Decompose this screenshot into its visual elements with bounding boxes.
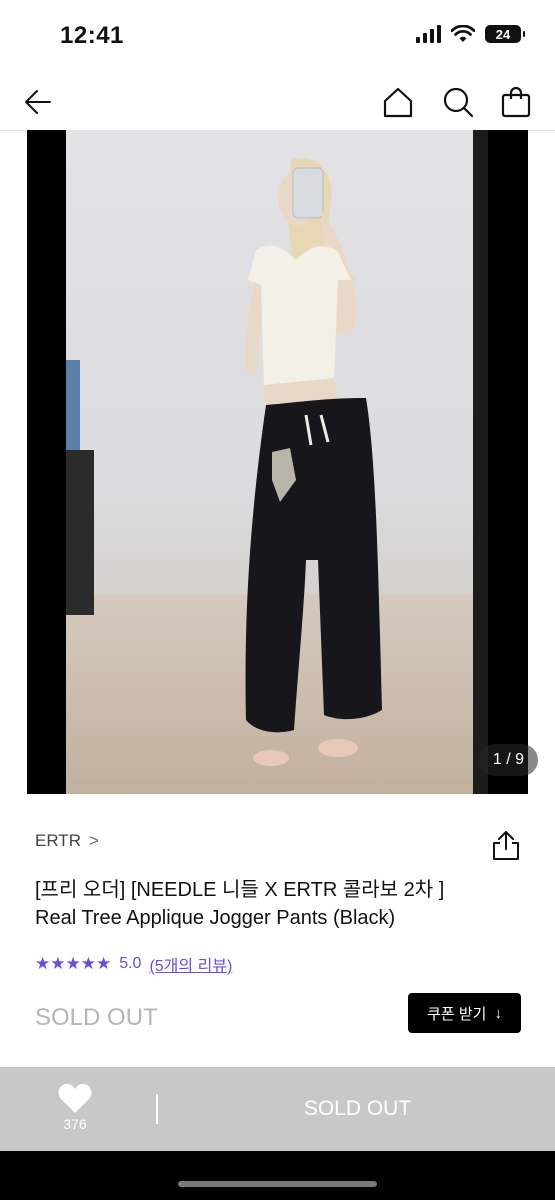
top-nav-bar <box>0 74 555 131</box>
home-indicator[interactable] <box>178 1181 377 1187</box>
sold-out-price-label: SOLD OUT <box>35 1004 158 1031</box>
battery-level: 24 <box>495 26 511 42</box>
review-count-link[interactable]: (5개의 리뷰) <box>149 952 232 976</box>
sold-out-button[interactable]: SOLD OUT <box>160 1067 555 1151</box>
rating-stars-icon: ★★★★★ <box>35 954 112 973</box>
battery-icon: 24 <box>485 25 525 43</box>
product-image-gallery[interactable] <box>27 130 528 794</box>
rating-row: ★★★★★ 5.0 (5개의 리뷰) <box>35 952 232 976</box>
download-icon: ↓ <box>494 1004 502 1022</box>
rating-value: 5.0 <box>119 955 142 972</box>
home-icon <box>383 87 413 118</box>
search-button[interactable] <box>438 82 478 122</box>
chevron-right-icon: > <box>88 831 99 850</box>
heart-icon <box>58 1084 92 1113</box>
like-count: 376 <box>63 1116 87 1132</box>
home-button[interactable] <box>378 82 418 122</box>
coupon-button[interactable]: 쿠폰 받기 ↓ <box>408 993 521 1033</box>
share-button[interactable] <box>490 828 522 862</box>
wifi-icon <box>451 25 475 42</box>
shopping-bag-icon <box>501 86 531 118</box>
share-icon <box>493 831 519 860</box>
bottom-bar-divider <box>156 1094 158 1124</box>
product-photo <box>66 130 488 794</box>
back-button[interactable] <box>18 82 58 122</box>
home-indicator-area <box>0 1151 555 1200</box>
product-title-line2: Real Tree Applique Jogger Pants (Black) <box>35 907 396 929</box>
coupon-button-label: 쿠폰 받기 <box>427 1005 487 1023</box>
image-pager-badge: 1 / 9 <box>478 744 538 776</box>
model-figure <box>245 158 382 766</box>
status-time: 12:41 <box>60 22 124 49</box>
cart-button[interactable] <box>496 82 536 122</box>
brand-link[interactable]: ERTR > <box>35 831 99 851</box>
search-icon <box>443 87 474 118</box>
cellular-signal-icon <box>416 25 441 43</box>
product-title: [프리 오더] [NEEDLE 니들 X ERTR 콜라보 2차 ] Real … <box>35 876 515 932</box>
brand-name: ERTR <box>35 831 81 850</box>
like-button[interactable]: 376 <box>55 1082 95 1138</box>
back-arrow-icon <box>25 90 51 114</box>
status-icons: 24 <box>416 25 525 43</box>
product-title-line1: [프리 오더] [NEEDLE 니들 X ERTR 콜라보 2차 ] <box>35 879 445 901</box>
